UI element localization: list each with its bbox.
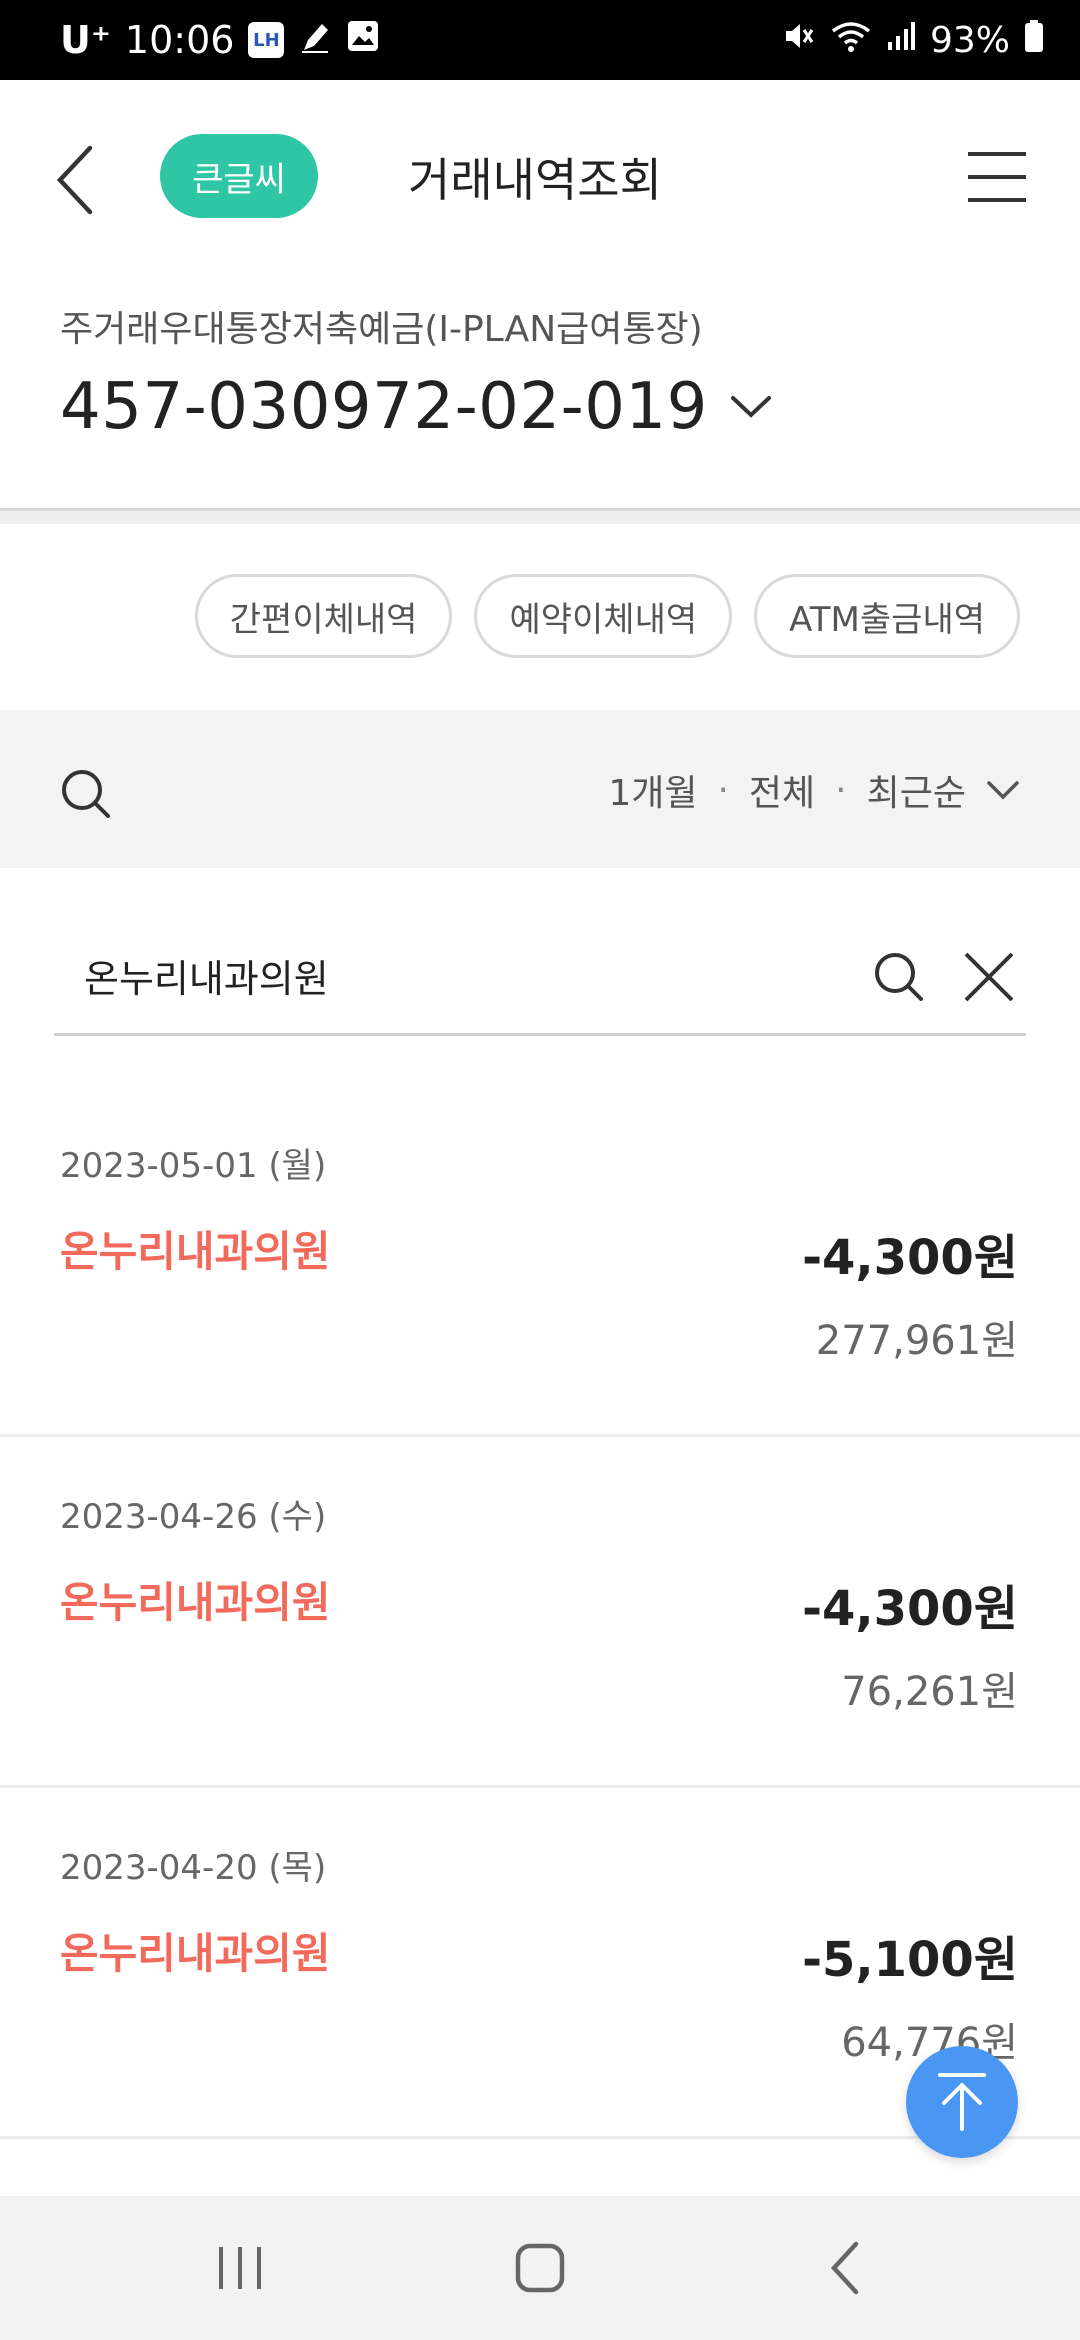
chip-scheduled-transfer-history[interactable]: 예약이체내역 xyxy=(474,574,733,658)
account-number: 457-030972-02-019 xyxy=(60,370,708,444)
transaction-name: 온누리내과의원 xyxy=(60,1929,331,1978)
recent-apps-button[interactable] xyxy=(200,2232,280,2304)
search-icon xyxy=(875,953,923,1001)
transaction-row[interactable]: 2023-05-01 (월) 온누리내과의원 -4,300원 277,961원 xyxy=(0,1086,1080,1437)
transaction-balance: 76,261원 xyxy=(841,1669,1018,1715)
filter-separator: · xyxy=(717,769,729,811)
chevron-down-icon xyxy=(987,781,1019,800)
chevron-down-icon xyxy=(730,396,771,418)
lh-app-icon: LH xyxy=(248,22,285,58)
filter-period: 1개월 xyxy=(608,773,698,814)
close-icon xyxy=(964,952,1014,1002)
search-icon xyxy=(62,770,110,818)
filter-separator: · xyxy=(835,769,847,811)
quick-history-chips: 간편이체내역 예약이체내역 ATM출금내역 xyxy=(194,574,1020,658)
filter-order: 최근순 xyxy=(866,773,966,814)
filter-summary-button[interactable]: 1개월 · 전체 · 최근순 xyxy=(608,762,1020,818)
clock-time: 10:06 xyxy=(124,18,235,62)
menu-button[interactable] xyxy=(966,150,1028,204)
chip-simple-transfer-history[interactable]: 간편이체내역 xyxy=(194,574,453,658)
battery-icon xyxy=(1024,19,1044,62)
transaction-name: 온누리내과의원 xyxy=(60,1578,331,1627)
transaction-date: 2023-05-01 (월) xyxy=(60,1146,327,1186)
recent-apps-icon xyxy=(219,2247,261,2289)
transaction-name: 온누리내과의원 xyxy=(60,1227,331,1276)
image-icon xyxy=(346,18,380,62)
status-bar: U⁺ 10:06 LH 93% xyxy=(0,0,1080,80)
transaction-amount: -4,300원 xyxy=(802,1230,1018,1286)
signal-icon xyxy=(886,20,916,61)
home-button[interactable] xyxy=(500,2232,580,2304)
search-query: 온누리내과의원 xyxy=(84,957,329,1001)
transaction-amount: -4,300원 xyxy=(802,1581,1018,1637)
pen-icon xyxy=(298,18,332,63)
carrier-label: U⁺ xyxy=(60,18,111,62)
search-clear-button[interactable] xyxy=(962,950,1016,1004)
back-icon xyxy=(830,2241,859,2295)
account-section: 주거래우대통장저축예금(I-PLAN급여통장) 457-030972-02-01… xyxy=(60,300,1020,444)
transaction-amount: -5,100원 xyxy=(802,1932,1018,1988)
transaction-balance: 277,961원 xyxy=(815,1318,1018,1364)
scroll-to-top-button[interactable] xyxy=(906,2046,1018,2158)
chip-atm-withdrawal-history[interactable]: ATM출금내역 xyxy=(754,574,1020,658)
arrow-up-icon xyxy=(938,2073,986,2131)
transaction-date: 2023-04-20 (목) xyxy=(60,1848,327,1888)
search-input[interactable]: 온누리내과의원 xyxy=(54,920,1026,1036)
system-navigation-bar xyxy=(0,2196,1080,2340)
big-text-button[interactable]: 큰글씨 xyxy=(160,134,318,218)
account-type: 주거래우대통장저축예금(I-PLAN급여통장) xyxy=(60,309,703,350)
section-divider xyxy=(0,508,1080,524)
hamburger-menu-icon xyxy=(968,152,1026,202)
filter-kind: 전체 xyxy=(748,773,816,814)
wifi-icon xyxy=(830,19,872,62)
back-button[interactable] xyxy=(52,142,112,218)
account-selector[interactable]: 457-030972-02-019 xyxy=(60,370,1020,444)
filter-bar: 1개월 · 전체 · 최근순 xyxy=(0,710,1080,868)
back-arrow-icon xyxy=(56,145,93,215)
page-title: 거래내역조회 xyxy=(408,153,662,207)
mute-icon xyxy=(782,19,816,62)
filter-search-button[interactable] xyxy=(58,766,114,822)
battery-percent: 93% xyxy=(929,19,1010,61)
home-icon xyxy=(515,2243,565,2293)
transaction-list: 2023-05-01 (월) 온누리내과의원 -4,300원 277,961원 … xyxy=(0,1086,1080,2139)
search-submit-button[interactable] xyxy=(872,950,926,1004)
system-back-button[interactable] xyxy=(806,2232,886,2304)
app-header: 큰글씨 거래내역조회 xyxy=(0,80,1080,275)
transaction-row[interactable]: 2023-04-26 (수) 온누리내과의원 -4,300원 76,261원 xyxy=(0,1437,1080,1788)
transaction-date: 2023-04-26 (수) xyxy=(60,1497,327,1537)
